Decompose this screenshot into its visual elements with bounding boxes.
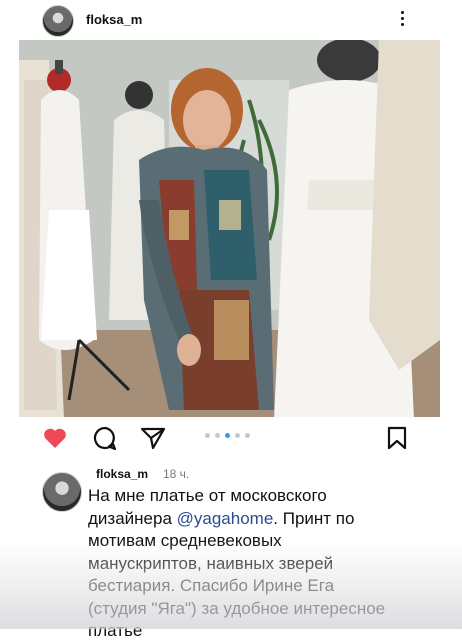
heart-filled-icon[interactable] <box>42 425 68 451</box>
caption-mention-link[interactable]: @yagahome <box>177 509 274 528</box>
bookmark-icon[interactable] <box>384 425 410 451</box>
post-header: floksa_m <box>0 0 462 40</box>
send-paper-plane-icon[interactable] <box>140 425 166 451</box>
profile-avatar[interactable] <box>42 5 74 37</box>
photo-illustration <box>19 40 440 417</box>
post-caption: На мне платье от московского дизайнера @… <box>88 485 388 643</box>
carousel-pager <box>205 433 250 438</box>
action-bar <box>0 423 462 453</box>
post-timestamp: 18 ч. <box>163 467 190 481</box>
more-icon[interactable] <box>396 8 408 30</box>
caption-username[interactable]: floksa_m <box>96 467 148 481</box>
header-username[interactable]: floksa_m <box>86 12 142 27</box>
caption-avatar[interactable] <box>42 472 82 512</box>
caption-text-2: . Принт по мотивам средневековых манускр… <box>88 508 386 641</box>
comment-bubble-icon[interactable] <box>92 425 118 451</box>
post-photo[interactable] <box>19 40 440 417</box>
